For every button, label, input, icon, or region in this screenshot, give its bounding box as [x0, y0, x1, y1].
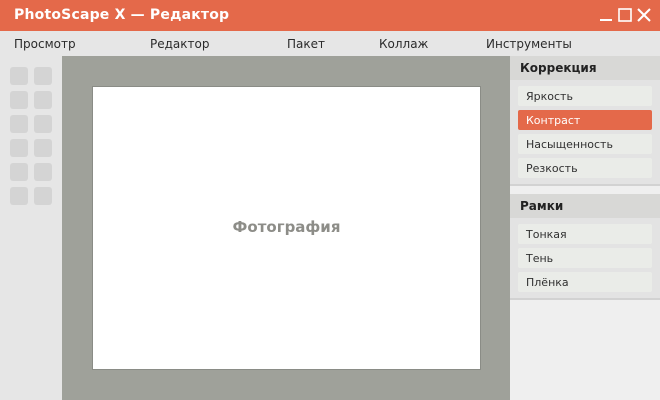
frame-shadow[interactable]: Тень	[518, 248, 652, 268]
close-icon[interactable]	[636, 7, 652, 23]
side-panel: Коррекция Яркость Контраст Насыщенность …	[510, 56, 660, 400]
tool-button[interactable]	[10, 187, 28, 205]
tool-strip	[0, 56, 62, 400]
window-title: PhotoScape X — Редактор	[14, 7, 230, 23]
title-bar: PhotoScape X — Редактор	[0, 0, 660, 31]
tool-button[interactable]	[10, 67, 28, 85]
menu-item-view[interactable]: Просмотр	[14, 37, 76, 51]
tool-button[interactable]	[34, 115, 52, 133]
frames-section: Рамки Тонкая Тень Плёнка	[510, 194, 660, 300]
tool-button[interactable]	[34, 139, 52, 157]
correction-section: Коррекция Яркость Контраст Насыщенность …	[510, 56, 660, 186]
photo-canvas[interactable]: Фотография	[92, 86, 481, 370]
frame-film[interactable]: Плёнка	[518, 272, 652, 292]
tool-button[interactable]	[34, 67, 52, 85]
tool-button[interactable]	[34, 187, 52, 205]
tool-button[interactable]	[10, 163, 28, 181]
correction-section-title: Коррекция	[510, 56, 660, 80]
tool-button[interactable]	[34, 163, 52, 181]
tool-button[interactable]	[10, 115, 28, 133]
menu-item-collage[interactable]: Коллаж	[379, 37, 428, 51]
correction-sharpness[interactable]: Резкость	[518, 158, 652, 178]
tool-button[interactable]	[34, 91, 52, 109]
menu-item-tools[interactable]: Инструменты	[486, 37, 572, 51]
correction-saturation[interactable]: Насыщенность	[518, 134, 652, 154]
correction-contrast[interactable]: Контраст	[518, 110, 652, 130]
menu-item-editor[interactable]: Редактор	[150, 37, 209, 51]
photo-placeholder: Фотография	[232, 218, 341, 236]
tool-button[interactable]	[10, 91, 28, 109]
correction-brightness[interactable]: Яркость	[518, 86, 652, 106]
tool-button[interactable]	[10, 139, 28, 157]
maximize-icon[interactable]	[617, 7, 633, 23]
frames-section-title: Рамки	[510, 194, 660, 218]
frame-thin[interactable]: Тонкая	[518, 224, 652, 244]
minimize-icon[interactable]	[598, 7, 614, 23]
canvas-area[interactable]: Фотография	[62, 56, 510, 400]
menu-bar: Просмотр Редактор Пакет Коллаж Инструмен…	[0, 31, 660, 56]
menu-item-batch[interactable]: Пакет	[287, 37, 325, 51]
